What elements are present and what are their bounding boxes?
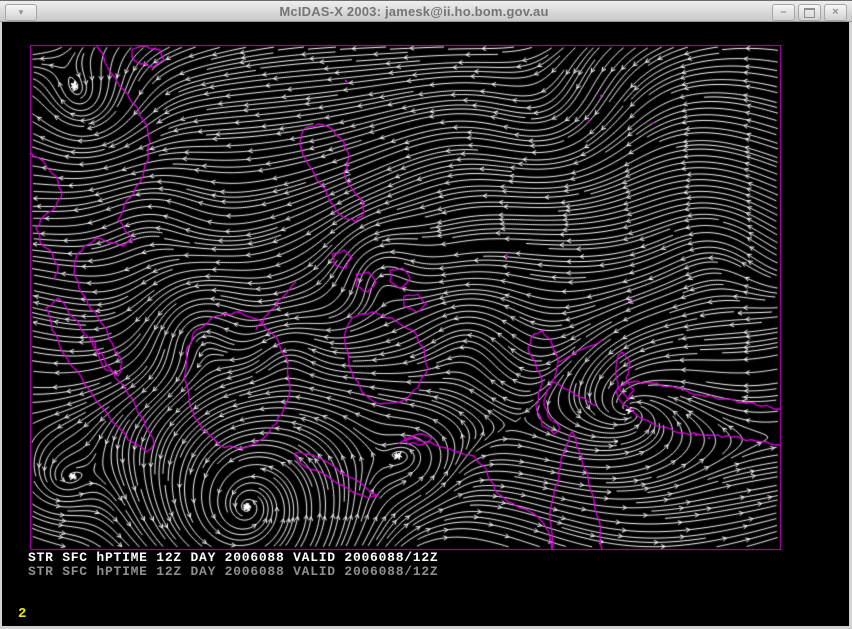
mcidas-window: ▾ McIDAS-X 2003: jamesk@ii.ho.bom.gov.au… <box>0 0 852 629</box>
maximize-icon <box>804 8 815 18</box>
status-line-current: STR SFC hPTIME 12Z DAY 2006088 VALID 200… <box>28 551 438 564</box>
frame-number: 2 <box>18 606 26 622</box>
window-controls: – × <box>772 4 847 21</box>
window-title: McIDAS-X 2003: jamesk@ii.ho.bom.gov.au <box>60 1 768 22</box>
maximize-button[interactable] <box>798 4 821 21</box>
image-display-area[interactable]: STR SFC hPTIME 12Z DAY 2006088 VALID 200… <box>2 22 849 626</box>
streamline-map-canvas[interactable] <box>2 22 849 626</box>
window-menu-button[interactable]: ▾ <box>5 4 37 21</box>
titlebar[interactable]: ▾ McIDAS-X 2003: jamesk@ii.ho.bom.gov.au… <box>0 0 852 22</box>
chevron-down-icon: ▾ <box>19 7 24 17</box>
status-line-previous: STR SFC hPTIME 12Z DAY 2006088 VALID 200… <box>28 565 438 578</box>
minimize-icon: – <box>780 7 786 18</box>
close-icon: × <box>832 7 838 18</box>
minimize-button[interactable]: – <box>772 4 795 21</box>
close-button[interactable]: × <box>824 4 847 21</box>
